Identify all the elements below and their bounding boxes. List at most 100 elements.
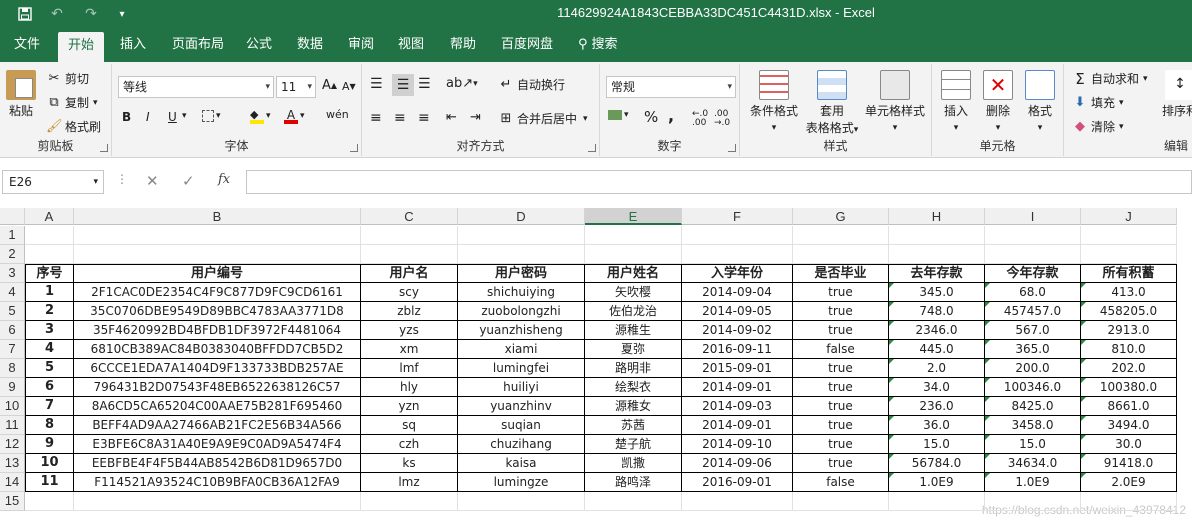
table-cell[interactable]: 2014-09-04 bbox=[682, 283, 793, 302]
table-cell[interactable]: 夏弥 bbox=[585, 340, 682, 359]
column-header-c[interactable]: C bbox=[361, 208, 458, 225]
table-cell[interactable]: 5 bbox=[25, 359, 74, 378]
column-header-a[interactable]: A bbox=[25, 208, 74, 225]
table-cell[interactable]: ks bbox=[361, 454, 458, 473]
table-cell[interactable]: 楚子航 bbox=[585, 435, 682, 454]
cell[interactable] bbox=[1081, 245, 1177, 264]
table-cell[interactable]: 796431B2D07543F48EB6522638126C57 bbox=[74, 378, 361, 397]
table-cell[interactable]: 佐伯龙治 bbox=[585, 302, 682, 321]
table-cell[interactable]: EEBFBE4F4F5B44AB8542B6D81D9657D0 bbox=[74, 454, 361, 473]
table-cell[interactable]: 100346.0 bbox=[985, 378, 1081, 397]
table-cell[interactable]: 2015-09-01 bbox=[682, 359, 793, 378]
table-cell[interactable]: 2346.0 bbox=[889, 321, 985, 340]
cell[interactable] bbox=[458, 492, 585, 511]
autosum-button[interactable]: Σ 自动求和 ▾ bbox=[1072, 70, 1147, 87]
table-cell[interactable]: 15.0 bbox=[889, 435, 985, 454]
cell[interactable] bbox=[585, 226, 682, 245]
conditional-formatting-button[interactable]: 条件格式 ▾ bbox=[744, 70, 804, 133]
cell[interactable] bbox=[458, 226, 585, 245]
phonetic-guide-icon[interactable]: wén bbox=[326, 108, 349, 121]
row-header-14[interactable]: 14 bbox=[0, 473, 25, 492]
table-cell[interactable]: 2014-09-01 bbox=[682, 378, 793, 397]
table-header-cell[interactable]: 用户名 bbox=[361, 264, 458, 283]
table-cell[interactable]: huiliyi bbox=[458, 378, 585, 397]
cell[interactable] bbox=[1081, 226, 1177, 245]
table-cell[interactable]: 3 bbox=[25, 321, 74, 340]
comma-style-button[interactable]: , bbox=[668, 106, 674, 125]
table-cell[interactable]: 30.0 bbox=[1081, 435, 1177, 454]
table-cell[interactable]: 2014-09-02 bbox=[682, 321, 793, 340]
table-cell[interactable]: 567.0 bbox=[985, 321, 1081, 340]
table-header-cell[interactable]: 用户编号 bbox=[74, 264, 361, 283]
border-icon[interactable]: ▾ bbox=[202, 110, 221, 122]
table-header-cell[interactable]: 去年存款 bbox=[889, 264, 985, 283]
dialog-launcher-icon[interactable] bbox=[728, 144, 736, 152]
paste-button[interactable]: 粘贴 bbox=[4, 70, 38, 119]
italic-button[interactable]: I bbox=[146, 110, 150, 124]
table-header-cell[interactable]: 序号 bbox=[25, 264, 74, 283]
table-cell[interactable]: true bbox=[793, 359, 889, 378]
table-cell[interactable]: 365.0 bbox=[985, 340, 1081, 359]
tell-me-search[interactable]: ⚲ 搜索 bbox=[568, 28, 628, 62]
align-right-icon[interactable]: ≡ bbox=[418, 110, 430, 126]
table-cell[interactable]: 15.0 bbox=[985, 435, 1081, 454]
table-cell[interactable]: hly bbox=[361, 378, 458, 397]
cell[interactable] bbox=[585, 245, 682, 264]
table-header-cell[interactable]: 入学年份 bbox=[682, 264, 793, 283]
align-bottom-icon[interactable]: ☰ bbox=[418, 76, 431, 92]
format-painter-button[interactable]: 🖌 格式刷 bbox=[46, 118, 101, 135]
table-cell[interactable]: true bbox=[793, 378, 889, 397]
table-cell[interactable]: zuobolongzhi bbox=[458, 302, 585, 321]
table-cell[interactable]: 7 bbox=[25, 397, 74, 416]
table-cell[interactable]: true bbox=[793, 283, 889, 302]
cancel-icon[interactable]: ✕ bbox=[146, 172, 159, 190]
row-header-2[interactable]: 2 bbox=[0, 245, 25, 264]
dialog-launcher-icon[interactable] bbox=[100, 144, 108, 152]
cut-button[interactable]: ✂ 剪切 bbox=[46, 70, 89, 87]
table-cell[interactable]: 8 bbox=[25, 416, 74, 435]
increase-font-icon[interactable]: A ▲ bbox=[322, 78, 337, 93]
table-cell[interactable]: 8425.0 bbox=[985, 397, 1081, 416]
chevron-down-icon[interactable]: ▾ bbox=[182, 111, 187, 121]
cell[interactable] bbox=[889, 245, 985, 264]
dialog-launcher-icon[interactable] bbox=[588, 144, 596, 152]
table-cell[interactable]: 445.0 bbox=[889, 340, 985, 359]
table-cell[interactable]: 91418.0 bbox=[1081, 454, 1177, 473]
cell[interactable] bbox=[361, 245, 458, 264]
column-header-f[interactable]: F bbox=[682, 208, 793, 225]
table-cell[interactable]: true bbox=[793, 302, 889, 321]
table-cell[interactable]: true bbox=[793, 435, 889, 454]
table-cell[interactable]: czh bbox=[361, 435, 458, 454]
table-cell[interactable]: 457457.0 bbox=[985, 302, 1081, 321]
table-cell[interactable]: 200.0 bbox=[985, 359, 1081, 378]
table-cell[interactable]: 11 bbox=[25, 473, 74, 492]
increase-decimal-icon[interactable]: ←.0.00 bbox=[692, 110, 708, 128]
cell[interactable] bbox=[74, 245, 361, 264]
font-size-select[interactable]: 11 ▾ bbox=[276, 76, 316, 98]
row-header-12[interactable]: 12 bbox=[0, 435, 25, 454]
table-cell[interactable]: 202.0 bbox=[1081, 359, 1177, 378]
tab-formulas[interactable]: 公式 bbox=[236, 28, 282, 62]
tab-file[interactable]: 文件 bbox=[4, 28, 50, 62]
table-cell[interactable]: 2016-09-11 bbox=[682, 340, 793, 359]
formula-input[interactable] bbox=[246, 170, 1192, 194]
table-cell[interactable]: shichuiying bbox=[458, 283, 585, 302]
table-cell[interactable]: 源稚女 bbox=[585, 397, 682, 416]
table-cell[interactable]: 8A6CD5CA65204C00AAE75B281F695460 bbox=[74, 397, 361, 416]
table-cell[interactable]: lumingze bbox=[458, 473, 585, 492]
table-cell[interactable]: yuanzhisheng bbox=[458, 321, 585, 340]
cell[interactable] bbox=[985, 492, 1081, 511]
cell[interactable] bbox=[985, 226, 1081, 245]
table-cell[interactable]: suqian bbox=[458, 416, 585, 435]
cell[interactable] bbox=[682, 245, 793, 264]
column-header-d[interactable]: D bbox=[458, 208, 585, 225]
select-all-corner[interactable] bbox=[0, 208, 25, 225]
decrease-font-icon[interactable]: A ▼ bbox=[342, 80, 356, 93]
underline-button[interactable]: U bbox=[168, 110, 177, 124]
table-cell[interactable]: 100380.0 bbox=[1081, 378, 1177, 397]
row-header-6[interactable]: 6 bbox=[0, 321, 25, 340]
row-header-4[interactable]: 4 bbox=[0, 283, 25, 302]
table-cell[interactable]: 56784.0 bbox=[889, 454, 985, 473]
cell[interactable] bbox=[74, 492, 361, 511]
table-cell[interactable]: 2014-09-06 bbox=[682, 454, 793, 473]
